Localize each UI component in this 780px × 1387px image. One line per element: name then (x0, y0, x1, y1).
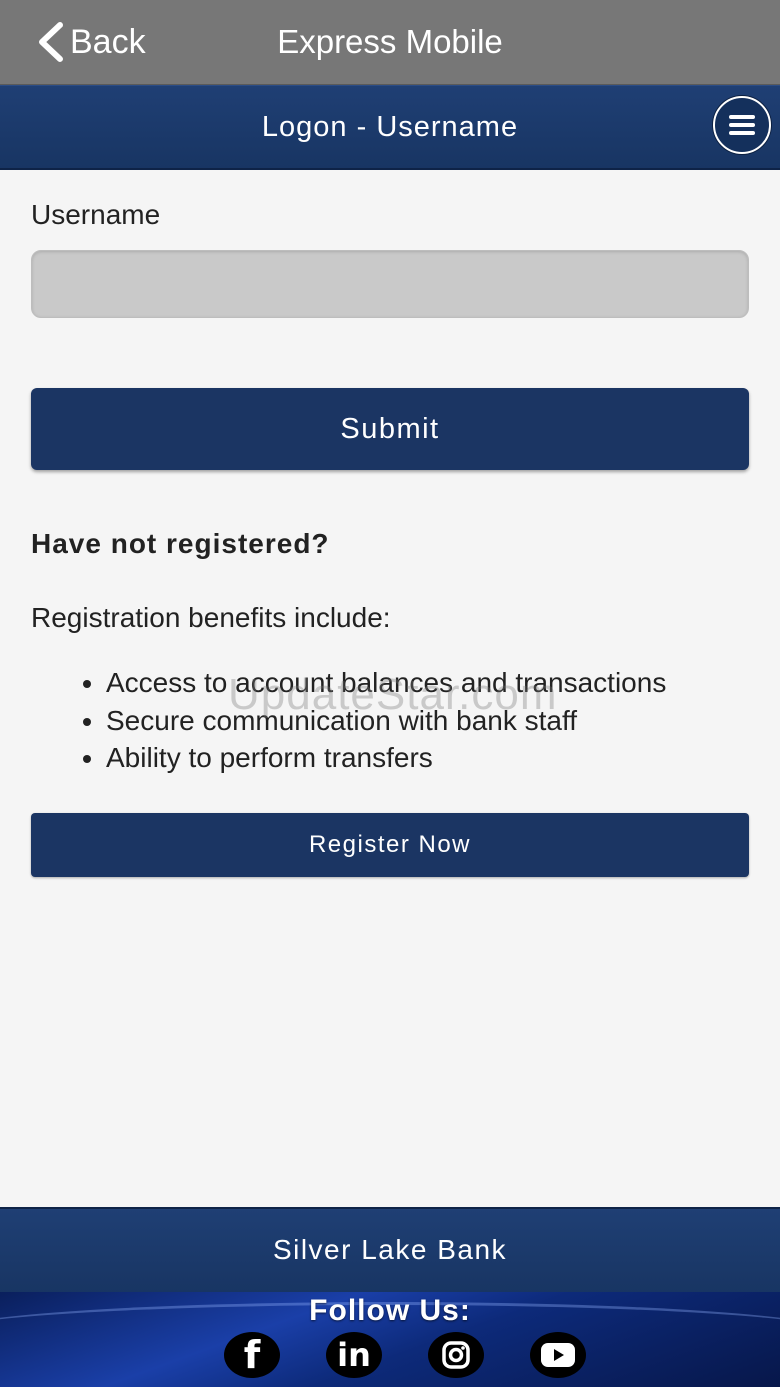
social-footer: Follow Us: f in (0, 1292, 780, 1387)
bank-name: Silver Lake Bank (272, 1234, 508, 1265)
social-icons: f in (224, 1332, 586, 1378)
facebook-glyph: f (243, 1333, 261, 1377)
benefits-list: Access to account balances and transacti… (31, 664, 749, 777)
list-item: Secure communication with bank staff (106, 702, 749, 740)
top-navbar: Express Mobile Back (0, 0, 780, 85)
instagram-glyph (442, 1341, 470, 1369)
instagram-icon[interactable] (428, 1332, 484, 1378)
back-button-label: Back (70, 22, 146, 61)
facebook-icon[interactable]: f (224, 1332, 280, 1378)
page-title: Logon - Username (261, 111, 519, 143)
linkedin-icon[interactable]: in (326, 1332, 382, 1378)
menu-button[interactable] (713, 96, 771, 154)
benefits-intro: Registration benefits include: (31, 602, 391, 633)
follow-us-label: Follow Us: (309, 1294, 471, 1327)
registration-heading: Have not registered? (31, 528, 330, 559)
submit-button[interactable]: Submit (31, 388, 749, 470)
username-label: Username (31, 199, 161, 230)
bank-footer: Silver Lake Bank (0, 1207, 780, 1293)
youtube-icon[interactable] (530, 1332, 586, 1378)
register-now-button[interactable]: Register Now (31, 812, 749, 877)
linkedin-glyph: in (337, 1336, 371, 1374)
hamburger-menu-icon (729, 115, 755, 135)
youtube-glyph (541, 1343, 575, 1367)
back-button[interactable]: Back (36, 20, 146, 64)
app-title-text: Express Mobile (277, 23, 503, 60)
list-item: Access to account balances and transacti… (106, 664, 749, 702)
page-header: Logon - Username (0, 85, 780, 170)
list-item: Ability to perform transfers (106, 739, 749, 777)
app-screen: Express Mobile Back Logon - Username Use… (0, 0, 780, 1387)
registration-section: Have not registered? Registration benefi… (31, 522, 749, 877)
logon-form: Username Submit (31, 195, 749, 470)
username-input[interactable] (31, 250, 749, 318)
chevron-left-icon (39, 22, 63, 62)
